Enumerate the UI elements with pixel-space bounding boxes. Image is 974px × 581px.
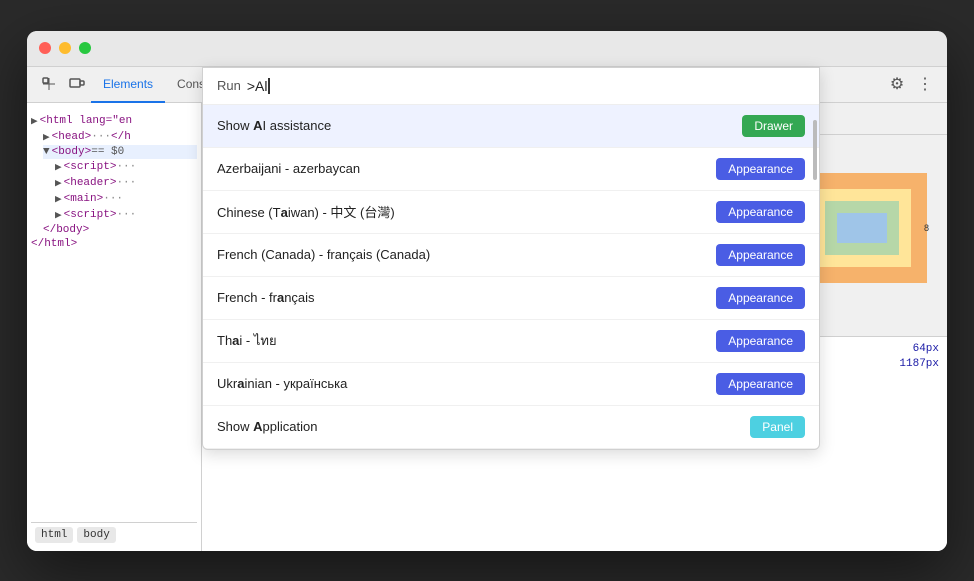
- dom-line-header[interactable]: ▶ <header> ···: [55, 175, 197, 191]
- settings-icon[interactable]: ⚙: [883, 70, 911, 98]
- appearance-button[interactable]: Appearance: [716, 201, 805, 223]
- cmd-item-azerbaijani[interactable]: Azerbaijani - azerbaycan Appearance: [203, 148, 819, 191]
- devtools-window: Elements Console Sources Network Perform…: [27, 31, 947, 551]
- dom-line-main[interactable]: ▶ <main> ···: [55, 191, 197, 207]
- dom-breadcrumb: html body: [31, 522, 197, 543]
- cmd-item-chinese-taiwan[interactable]: Chinese (Taiwan) - 中文 (台灣) Appearance: [203, 191, 819, 234]
- cmd-item-show-application[interactable]: Show Application Panel: [203, 406, 819, 449]
- cmd-item-french-canada[interactable]: French (Canada) - français (Canada) Appe…: [203, 234, 819, 277]
- box-model-number: 8: [924, 223, 929, 233]
- cmd-item-thai[interactable]: Thai - ไทย Appearance: [203, 320, 819, 363]
- cmd-item-label: Show AI assistance: [217, 118, 331, 133]
- panel-button[interactable]: Panel: [750, 416, 805, 438]
- appearance-button[interactable]: Appearance: [716, 373, 805, 395]
- cmd-scrollbar[interactable]: [813, 120, 817, 180]
- dom-line-script1[interactable]: ▶ <script> ···: [55, 159, 197, 175]
- more-options-icon[interactable]: ⋮: [911, 70, 939, 98]
- dom-line-head[interactable]: ▶ <head> ··· </h: [43, 129, 197, 145]
- dom-line-body[interactable]: ▼ <body> == $0: [43, 145, 197, 159]
- breadcrumb-body[interactable]: body: [77, 527, 115, 543]
- minimize-button[interactable]: [59, 42, 71, 54]
- device-toolbar-icon[interactable]: [63, 70, 91, 98]
- cmd-item-label: Chinese (Taiwan) - 中文 (台灣): [217, 202, 395, 221]
- box-model-content: [837, 213, 887, 243]
- maximize-button[interactable]: [79, 42, 91, 54]
- box-model-border: [813, 189, 911, 267]
- drawer-button[interactable]: Drawer: [742, 115, 805, 137]
- cmd-item-label: Show Application: [217, 419, 317, 434]
- breadcrumb-html[interactable]: html: [35, 527, 73, 543]
- inspect-element-icon[interactable]: [35, 70, 63, 98]
- devtools-body: ▶ <html lang="en ▶ <head> ··· </h ▼ <bod…: [27, 103, 947, 551]
- cmd-item-ai-assistance[interactable]: Show AI assistance Drawer: [203, 105, 819, 148]
- cmd-item-label: Ukrainian - українська: [217, 376, 347, 391]
- appearance-button[interactable]: Appearance: [716, 244, 805, 266]
- dom-line-script2[interactable]: ▶ <script> ···: [55, 207, 197, 223]
- cmd-item-label: French - français: [217, 290, 315, 305]
- cmd-item-ukrainian[interactable]: Ukrainian - українська Appearance: [203, 363, 819, 406]
- title-bar: [27, 31, 947, 67]
- cmd-item-label: Thai - ไทย: [217, 330, 277, 351]
- dom-line-body-close: </body>: [43, 223, 197, 237]
- cmd-item-french[interactable]: French - français Appearance: [203, 277, 819, 320]
- box-model-padding: [825, 201, 899, 255]
- appearance-button[interactable]: Appearance: [716, 330, 805, 352]
- command-palette: Run >Al Show AI assistance Drawer Azerba…: [202, 103, 820, 450]
- appearance-button[interactable]: Appearance: [716, 287, 805, 309]
- appearance-button[interactable]: Appearance: [716, 158, 805, 180]
- dom-line-html-close: </html>: [31, 237, 197, 251]
- dom-line-html[interactable]: ▶ <html lang="en: [31, 113, 197, 129]
- close-button[interactable]: [39, 42, 51, 54]
- cmd-item-label: French (Canada) - français (Canada): [217, 247, 430, 262]
- dom-panel: ▶ <html lang="en ▶ <head> ··· </h ▼ <bod…: [27, 103, 202, 551]
- tab-elements[interactable]: Elements: [91, 67, 165, 103]
- cmd-item-label: Azerbaijani - azerbaycan: [217, 161, 360, 176]
